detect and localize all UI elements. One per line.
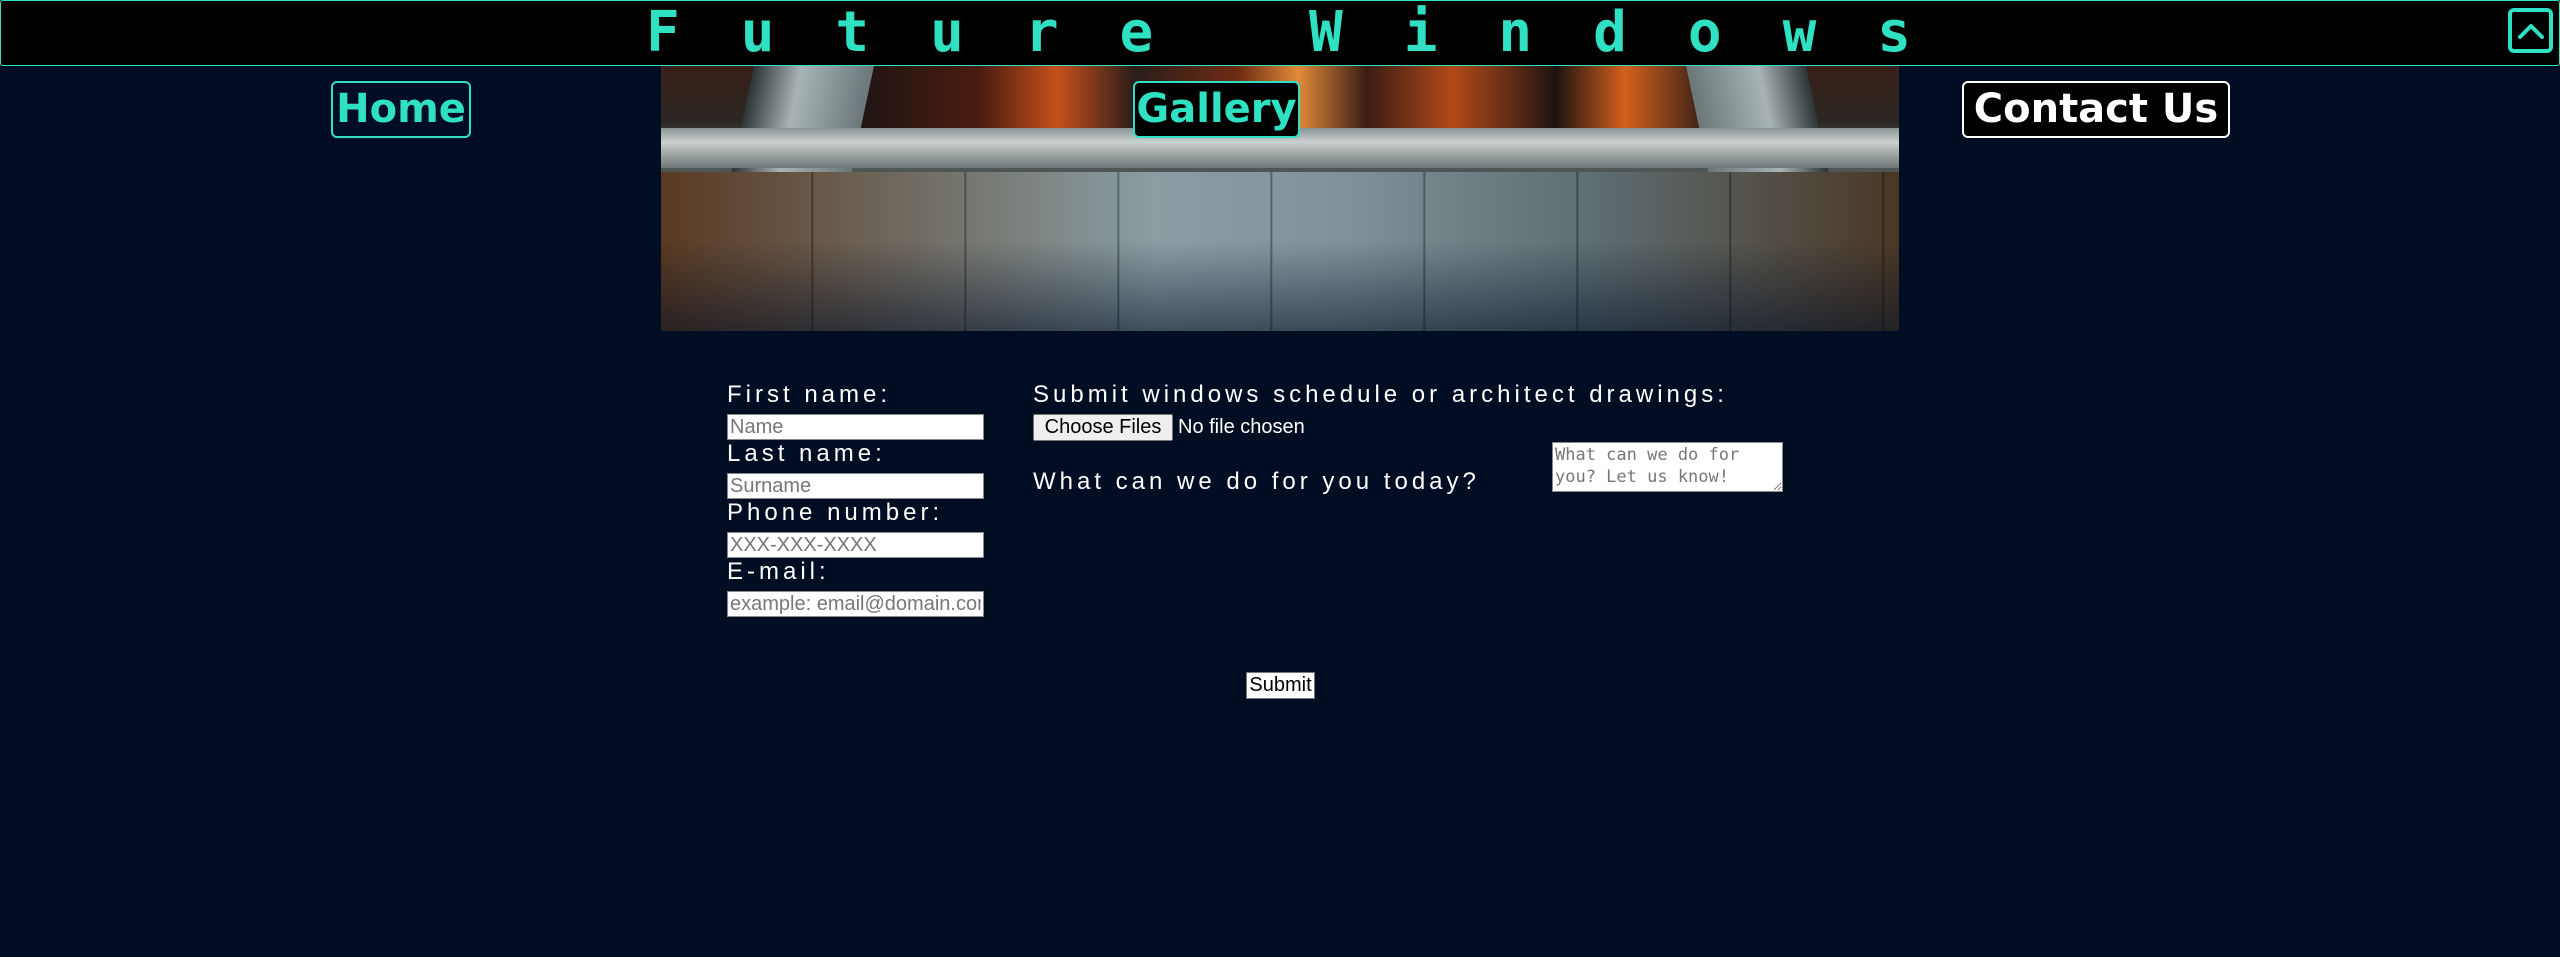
email-label: E-mail: (727, 558, 830, 585)
phone-label: Phone number: (727, 499, 944, 526)
back-to-top-button[interactable] (2508, 8, 2553, 53)
message-textarea[interactable] (1552, 442, 1783, 492)
site-title: Future Windows (645, 0, 1972, 65)
email-input[interactable] (727, 591, 984, 617)
upload-label: Submit windows schedule or architect dra… (1033, 381, 1728, 408)
nav-home-button[interactable]: Home (331, 81, 471, 138)
first-name-input[interactable] (727, 414, 984, 440)
last-name-label: Last name: (727, 440, 886, 467)
hero-shade (661, 241, 1899, 331)
first-name-label: First name: (727, 381, 892, 408)
file-status-text: No file chosen (1178, 416, 1305, 438)
phone-input[interactable] (727, 532, 984, 558)
last-name-input[interactable] (727, 473, 984, 499)
choose-files-button[interactable]: Choose Files (1033, 414, 1173, 441)
submit-button[interactable]: Submit (1246, 672, 1315, 699)
chevron-up-icon (2517, 23, 2544, 39)
nav-gallery-button[interactable]: Gallery (1133, 81, 1300, 138)
message-label: What can we do for you today? (1033, 468, 1480, 495)
site-header: Future Windows (0, 0, 2560, 66)
nav-contact-button[interactable]: Contact Us (1962, 81, 2230, 138)
